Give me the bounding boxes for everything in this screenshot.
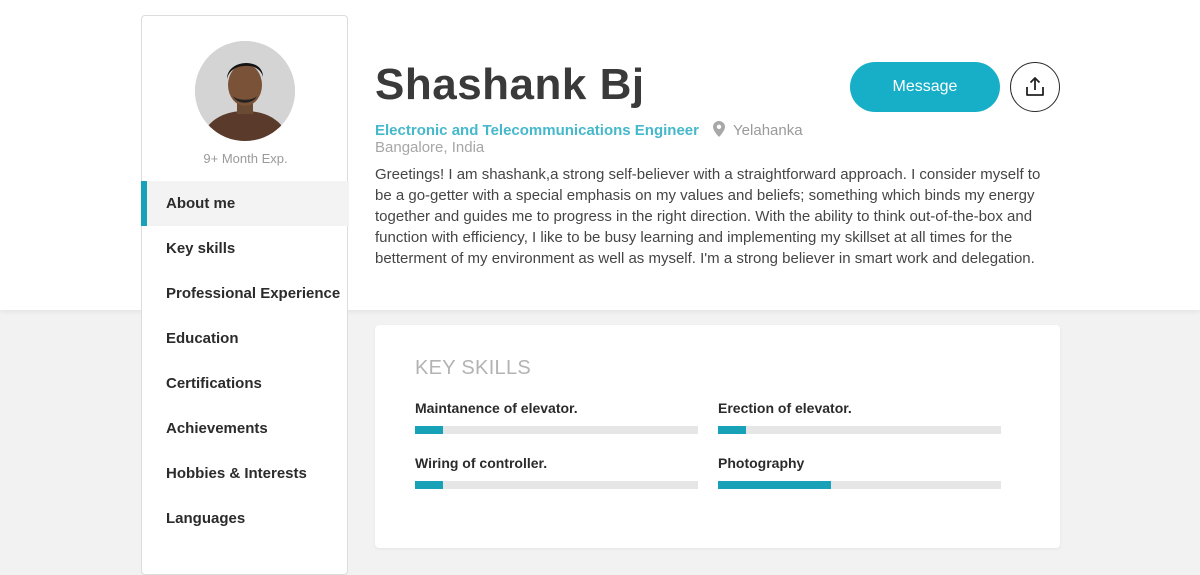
skill-progress-track	[415, 481, 698, 489]
message-button[interactable]: Message	[850, 62, 1000, 112]
experience-label: 9+ Month Exp.	[203, 151, 288, 166]
key-skills-card: KEY SKILLS Maintanence of elevator. Erec…	[375, 325, 1060, 548]
key-skills-title: KEY SKILLS	[415, 357, 532, 379]
share-icon	[1026, 77, 1044, 96]
sidebar-item-languages[interactable]: Languages	[142, 496, 349, 541]
sidebar-item-achievements[interactable]: Achievements	[142, 406, 349, 451]
skill-progress-fill	[718, 481, 832, 489]
skill-item: Maintanence of elevator.	[415, 400, 698, 434]
role-location-line: Electronic and Telecommunications Engine…	[375, 121, 803, 141]
skill-item: Photography	[718, 455, 1001, 489]
skill-progress-fill	[415, 426, 444, 434]
skill-name: Maintanence of elevator.	[415, 400, 578, 416]
skill-progress-track	[718, 426, 1001, 434]
job-title: Electronic and Telecommunications Engine…	[375, 122, 699, 139]
skill-item: Erection of elevator.	[718, 400, 1001, 434]
location-pin-icon	[713, 121, 726, 141]
skill-name: Wiring of controller.	[415, 455, 548, 471]
sidebar-item-education[interactable]: Education	[142, 316, 349, 361]
skill-progress-fill	[718, 426, 747, 434]
avatar	[195, 41, 295, 141]
location-country: Bangalore, India	[375, 139, 485, 156]
about-me-text: Greetings! I am shashank,a strong self-b…	[375, 166, 1041, 267]
profile-sidebar: 9+ Month Exp. About me Key skills Profes…	[141, 15, 349, 575]
share-button[interactable]	[1010, 62, 1060, 112]
sidebar-item-about-me[interactable]: About me	[141, 181, 349, 226]
skill-item: Wiring of controller.	[415, 455, 698, 489]
skill-name: Erection of elevator.	[718, 400, 852, 416]
skill-progress-track	[415, 426, 698, 434]
sidebar-item-professional-experience[interactable]: Professional Experience	[142, 271, 349, 316]
avatar-image	[195, 41, 295, 141]
skill-progress-track	[718, 481, 1001, 489]
sidebar-item-hobbies[interactable]: Hobbies & Interests	[142, 451, 349, 496]
sidebar-item-key-skills[interactable]: Key skills	[142, 226, 349, 271]
skill-progress-fill	[415, 481, 444, 489]
skill-name: Photography	[718, 455, 805, 471]
profile-name: Shashank Bj	[375, 60, 645, 109]
sidebar-item-certifications[interactable]: Certifications	[142, 361, 349, 406]
location-city: Yelahanka	[733, 122, 803, 139]
sidebar-nav: About me Key skills Professional Experie…	[141, 181, 349, 541]
